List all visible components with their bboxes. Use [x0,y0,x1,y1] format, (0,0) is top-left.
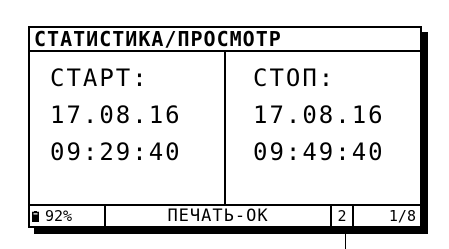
window-title: СТАТИСТИКА/ПРОСМОТР [34,27,282,51]
start-panel: СТАРТ: 17.08.16 09:29:40 [30,52,226,204]
channel-number: 2 [332,206,354,226]
stop-date: 17.08.16 [253,101,385,129]
start-time: 09:29:40 [50,138,182,166]
start-date: 17.08.16 [50,101,182,129]
start-label: СТАРТ: [50,64,149,92]
statistics-window: СТАТИСТИКА/ПРОСМОТР СТАРТ: 17.08.16 09:2… [28,26,422,228]
title-bar: СТАТИСТИКА/ПРОСМОТР [30,28,420,52]
device-screen: СТАТИСТИКА/ПРОСМОТР СТАРТ: 17.08.16 09:2… [0,0,449,249]
battery-percent: 92% [45,207,73,225]
stop-label: СТОП: [253,64,336,92]
frame-shadow-bottom [34,228,428,234]
page-indicator: 1/8 [388,207,416,225]
stop-time: 09:49:40 [253,138,385,166]
frame-shadow-right [422,32,428,232]
battery-icon [32,211,39,222]
pointer-line [345,234,346,249]
print-status: ПЕЧАТЬ-ОК [106,206,332,226]
battery-status: 92% [30,206,106,226]
status-bar: 92% ПЕЧАТЬ-ОК 2 1/8 [30,204,420,226]
stop-panel: СТОП: 17.08.16 09:49:40 [226,52,420,204]
